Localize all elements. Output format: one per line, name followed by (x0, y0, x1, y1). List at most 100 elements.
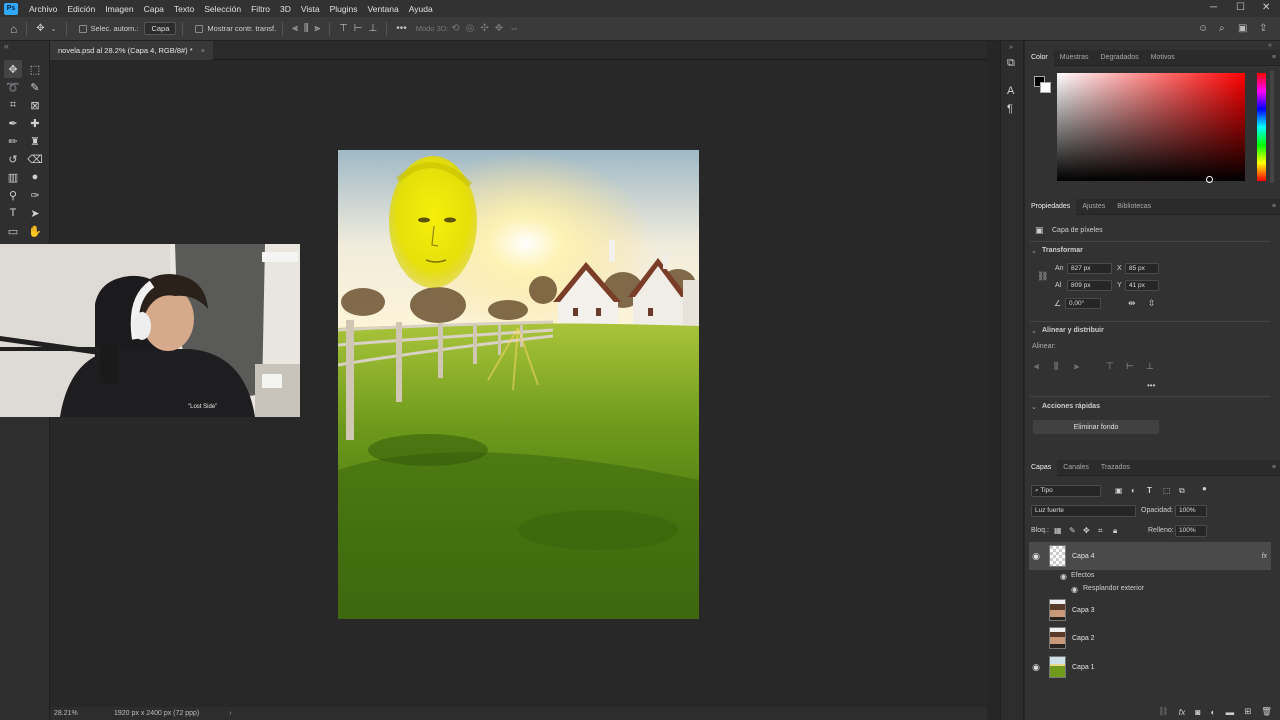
new-adjustment-layer-icon[interactable]: ◐ (1210, 707, 1215, 717)
maximize-icon[interactable]: ☐ (1236, 2, 1245, 13)
close-icon[interactable]: ✕ (1262, 2, 1270, 13)
filter-toggle-icon[interactable]: ● (1202, 484, 1207, 493)
home-icon[interactable]: ⌂ (10, 22, 17, 36)
menu-seleccion[interactable]: Selección (199, 4, 246, 14)
align-center-icon[interactable]: ⫼ (304, 23, 309, 34)
tab-trazados[interactable]: Trazados (1095, 464, 1136, 471)
align-left-edges-icon[interactable]: ⫷ (1034, 361, 1039, 372)
chevron-right-icon[interactable]: › (229, 710, 231, 717)
new-group-icon[interactable]: ▬ (1226, 707, 1235, 717)
scale-3d-icon[interactable]: ⇔ (509, 23, 519, 34)
filter-smart-object-icon[interactable]: ⧉ (1179, 486, 1185, 496)
auto-select-value[interactable]: Capa (144, 22, 177, 35)
link-layers-icon[interactable]: ⛓ (1158, 706, 1169, 717)
menu-imagen[interactable]: Imagen (100, 4, 138, 14)
rectangle-tool[interactable]: ▭ (4, 222, 22, 240)
y-input[interactable]: 41 px (1125, 280, 1159, 291)
user-icon[interactable]: ☺ (1198, 23, 1208, 34)
roll-3d-icon[interactable]: ◎ (466, 23, 475, 34)
pen-tool[interactable]: ✑ (26, 186, 44, 204)
layer-name[interactable]: Capa 3 (1072, 607, 1095, 614)
tab-muestras[interactable]: Muestras (1054, 54, 1095, 61)
delete-layer-icon[interactable]: 🗑︎ (1261, 706, 1272, 717)
collapse-arrows-icon[interactable]: « (1268, 42, 1272, 49)
add-mask-icon[interactable]: ◙ (1195, 707, 1200, 717)
chevron-down-icon[interactable]: ⌄ (1031, 403, 1037, 411)
align-right-icon[interactable]: ⫸ (314, 23, 320, 34)
filter-adjustment-icon[interactable]: ◐ (1131, 486, 1136, 495)
eye-icon[interactable]: ◉ (1029, 551, 1043, 562)
menu-plugins[interactable]: Plugins (325, 4, 363, 14)
remove-background-button[interactable]: Eliminar fondo (1033, 420, 1159, 434)
more-options-icon[interactable]: ••• (1147, 381, 1155, 390)
checkbox-icon[interactable] (78, 24, 87, 33)
color-field[interactable] (1057, 73, 1245, 181)
chevron-down-icon[interactable]: ⌄ (51, 25, 57, 33)
eye-icon[interactable]: ◉ (1060, 572, 1067, 581)
tab-degradados[interactable]: Degradados (1095, 54, 1145, 61)
menu-edicion[interactable]: Edición (62, 4, 100, 14)
menu-3d[interactable]: 3D (275, 4, 296, 14)
document-tab[interactable]: novela.psd al 28.2% (Capa 4, RGB/8#) * × (50, 41, 214, 60)
align-horizontal-centers-icon[interactable]: ⫼ (1054, 361, 1058, 372)
align-top-icon[interactable]: ⊤ (339, 23, 348, 34)
menu-capa[interactable]: Capa (139, 4, 169, 14)
add-layer-style-icon[interactable]: fx (1179, 707, 1186, 717)
eye-icon[interactable]: ◉ (1029, 662, 1043, 673)
panel-menu-icon[interactable]: ≡ (1272, 464, 1276, 471)
chevron-down-icon[interactable]: ⌄ (1031, 247, 1037, 255)
lock-transparent-icon[interactable]: ▦ (1054, 526, 1062, 535)
lock-artboard-icon[interactable]: ⌗ (1098, 526, 1103, 536)
layer-row-capa-2[interactable]: Capa 2 (1029, 624, 1271, 652)
move-tool-icon[interactable]: ✥ (36, 23, 44, 34)
layer-name[interactable]: Capa 1 (1072, 664, 1095, 671)
layer-name[interactable]: Capa 2 (1072, 635, 1095, 642)
layer-row-capa-1[interactable]: ◉ Capa 1 (1029, 653, 1271, 681)
brush-tool[interactable]: ✏ (4, 132, 22, 150)
align-left-icon[interactable]: ⫷ (292, 23, 298, 34)
tab-ajustes[interactable]: Ajustes (1076, 203, 1111, 210)
tab-color[interactable]: Color (1025, 49, 1054, 66)
collapse-arrows-icon[interactable]: « (0, 41, 49, 54)
color-picker-handle[interactable] (1206, 176, 1213, 183)
menu-archivo[interactable]: Archivo (24, 4, 62, 14)
fx-icon[interactable]: fx (1262, 553, 1267, 560)
menu-vista[interactable]: Vista (296, 4, 325, 14)
tab-bibliotecas[interactable]: Bibliotecas (1111, 203, 1157, 210)
workspace-icon[interactable]: ▣ (1238, 23, 1247, 34)
panel-menu-icon[interactable]: ≡ (1272, 54, 1276, 61)
close-tab-icon[interactable]: × (201, 46, 205, 55)
marquee-tool[interactable]: ⬚ (26, 60, 44, 78)
hue-slider[interactable] (1257, 73, 1266, 181)
collapse-arrows-icon[interactable]: » (1009, 44, 1013, 51)
move-tool[interactable]: ✥ (4, 60, 22, 78)
more-options-icon[interactable]: ••• (396, 23, 407, 34)
align-right-edges-icon[interactable]: ⫸ (1074, 361, 1079, 372)
scrollbar[interactable] (1270, 71, 1274, 183)
quick-select-tool[interactable]: ✎ (26, 78, 44, 96)
align-top-edges-icon[interactable]: ⊤ (1106, 361, 1114, 372)
tab-canales[interactable]: Canales (1057, 464, 1095, 471)
path-select-tool[interactable]: ➤ (26, 204, 44, 222)
angle-input[interactable]: 0,00° (1065, 298, 1101, 309)
auto-select-checkbox[interactable]: Selec. autom.: (78, 24, 138, 33)
zoom-level[interactable]: 28.21% (54, 710, 114, 717)
history-brush-tool[interactable]: ↺ (4, 150, 22, 168)
eraser-tool[interactable]: ⌫ (26, 150, 44, 168)
width-input[interactable]: 827 px (1067, 263, 1112, 274)
lock-position-icon[interactable]: ✥ (1083, 526, 1090, 535)
auto-select-dropdown[interactable]: Capa (144, 22, 177, 35)
lasso-tool[interactable]: ➰ (4, 78, 22, 96)
panel-menu-icon[interactable]: ≡ (1272, 203, 1276, 210)
menu-filtro[interactable]: Filtro (246, 4, 275, 14)
height-input[interactable]: 809 px (1067, 280, 1112, 291)
align-middle-icon[interactable]: ⊢ (354, 23, 363, 34)
flip-vertical-icon[interactable]: ⇳ (1148, 298, 1156, 309)
filter-shape-icon[interactable]: ⬚ (1163, 486, 1171, 495)
tab-capas[interactable]: Capas (1025, 459, 1058, 476)
filter-pixel-icon[interactable]: ▣ (1115, 486, 1123, 495)
search-icon[interactable]: ⌕ (1219, 23, 1225, 34)
layer-name[interactable]: Capa 4 (1072, 553, 1095, 560)
new-layer-icon[interactable]: ⊞ (1244, 706, 1251, 717)
tab-motivos[interactable]: Motivos (1145, 54, 1181, 61)
